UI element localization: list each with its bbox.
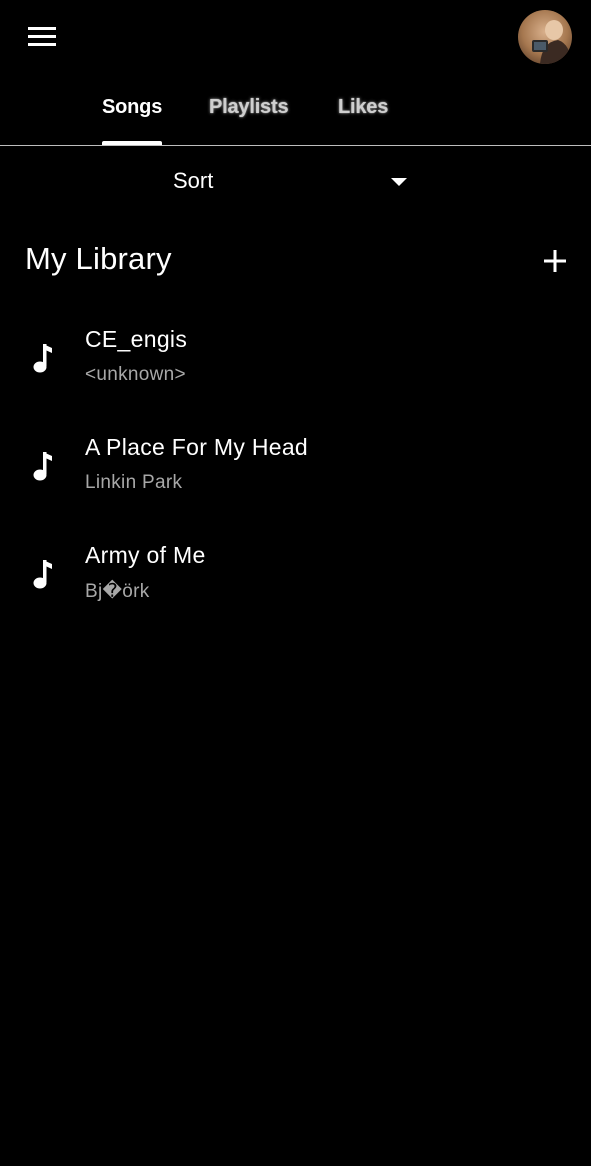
song-title: CE_engis: [85, 326, 188, 352]
user-avatar: [518, 10, 572, 64]
hamburger-menu-icon: [28, 27, 56, 46]
caret-down-icon: [391, 178, 407, 186]
song-item[interactable]: CE_engis <unknown>: [0, 308, 591, 416]
tab-likes[interactable]: Likes: [338, 96, 388, 119]
sort-dropdown[interactable]: Sort: [173, 164, 413, 200]
avatar[interactable]: [518, 10, 572, 64]
music-note-icon: [30, 450, 54, 482]
tab-playlists[interactable]: Playlists: [209, 96, 289, 119]
add-song-button[interactable]: [538, 244, 572, 278]
menu-button[interactable]: [22, 22, 62, 52]
song-item[interactable]: A Place For My Head Linkin Park: [0, 416, 591, 524]
song-artist: Bj�örk: [85, 581, 150, 602]
plus-icon: [544, 250, 566, 272]
song-title: A Place For My Head: [85, 434, 309, 460]
tab-divider: [0, 145, 591, 146]
music-note-icon: [30, 342, 54, 374]
page-title: My Library: [25, 241, 172, 276]
song-list: CE_engis <unknown> A Place For My Head L…: [0, 308, 591, 632]
song-artist: <unknown>: [85, 364, 186, 385]
song-item[interactable]: Army of Me Bj�örk: [0, 524, 591, 632]
tab-songs[interactable]: Songs: [102, 96, 162, 119]
tab-bar: Songs Playlists Likes: [0, 86, 591, 146]
song-artist: Linkin Park: [85, 472, 183, 493]
top-app-bar: [0, 0, 591, 72]
sort-label: Sort: [173, 168, 214, 193]
song-title: Army of Me: [85, 542, 206, 568]
music-note-icon: [30, 558, 54, 590]
